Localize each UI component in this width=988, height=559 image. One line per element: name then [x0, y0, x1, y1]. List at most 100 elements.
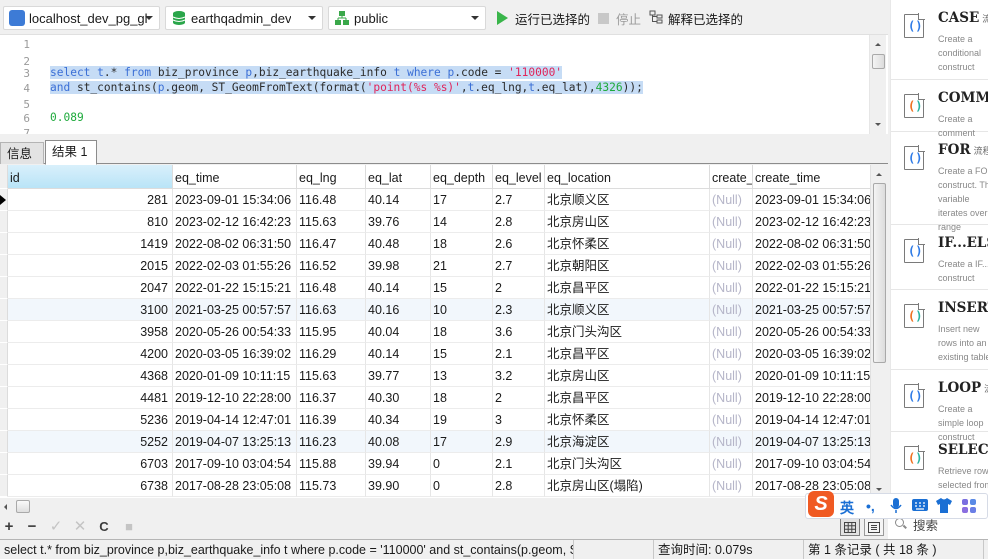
cell-eq_lat[interactable]: 40.14: [366, 343, 431, 365]
scroll-thumb[interactable]: [873, 183, 886, 363]
cell-eq_depth[interactable]: 14: [431, 211, 493, 233]
cell-eq_lat[interactable]: 39.76: [366, 211, 431, 233]
cell-create[interactable]: (Null): [710, 255, 753, 277]
grid-horizontal-scrollbar[interactable]: [0, 498, 887, 515]
cell-create_time[interactable]: 2022-02-03 01:55:26: [753, 255, 870, 277]
cell-eq_depth[interactable]: 18: [431, 321, 493, 343]
cell-create[interactable]: (Null): [710, 409, 753, 431]
cell-eq_lat[interactable]: 40.14: [366, 189, 431, 211]
cell-eq_level[interactable]: 2.1: [493, 343, 545, 365]
cell-eq_level[interactable]: 3.6: [493, 321, 545, 343]
cell-eq_lat[interactable]: 40.04: [366, 321, 431, 343]
code-line-6[interactable]: 0.089: [50, 111, 84, 124]
cell-id[interactable]: 5252: [8, 431, 173, 453]
row-selector[interactable]: [0, 255, 8, 277]
cell-eq_depth[interactable]: 17: [431, 189, 493, 211]
cell-eq_time[interactable]: 2023-02-12 16:42:23: [173, 211, 297, 233]
cell-eq_lat[interactable]: 40.34: [366, 409, 431, 431]
cell-id[interactable]: 281: [8, 189, 173, 211]
editor-vertical-scrollbar[interactable]: [869, 35, 886, 135]
add-record-button[interactable]: +: [0, 518, 18, 536]
cell-eq_lng[interactable]: 116.48: [297, 277, 366, 299]
cell-eq_depth[interactable]: 0: [431, 453, 493, 475]
cell-eq_lat[interactable]: 40.48: [366, 233, 431, 255]
keyboard-icon[interactable]: [912, 498, 928, 515]
cell-create[interactable]: (Null): [710, 299, 753, 321]
code-line-3[interactable]: select t.* from biz_province p,biz_earth…: [50, 66, 563, 79]
cell-eq_lng[interactable]: 116.48: [297, 189, 366, 211]
cell-eq_lng[interactable]: 115.73: [297, 475, 366, 497]
snippet-insert[interactable]: () INSERT Insert new rows into an existing…: [891, 290, 988, 370]
row-selector[interactable]: [0, 299, 8, 321]
cell-id[interactable]: 4200: [8, 343, 173, 365]
skin-icon[interactable]: [936, 498, 952, 516]
cell-create[interactable]: (Null): [710, 365, 753, 387]
cell-eq_time[interactable]: 2019-12-10 22:28:00: [173, 387, 297, 409]
cell-eq_lng[interactable]: 116.52: [297, 255, 366, 277]
cell-create_time[interactable]: 2020-03-05 16:39:02: [753, 343, 870, 365]
cell-id[interactable]: 2015: [8, 255, 173, 277]
cell-eq_location[interactable]: 北京顺义区: [545, 189, 710, 211]
cell-eq_lat[interactable]: 39.94: [366, 453, 431, 475]
cell-create[interactable]: (Null): [710, 453, 753, 475]
cell-eq_level[interactable]: 2.6: [493, 233, 545, 255]
cell-eq_time[interactable]: 2022-08-02 06:31:50: [173, 233, 297, 255]
cell-eq_location[interactable]: 北京昌平区: [545, 277, 710, 299]
column-header-eq_level[interactable]: eq_level: [493, 165, 545, 189]
cell-eq_level[interactable]: 2.1: [493, 453, 545, 475]
grid-vertical-scrollbar[interactable]: [870, 165, 887, 498]
cell-create_time[interactable]: 2019-04-14 12:47:01: [753, 409, 870, 431]
cell-eq_lng[interactable]: 115.88: [297, 453, 366, 475]
column-header-eq_depth[interactable]: eq_depth: [431, 165, 493, 189]
cell-id[interactable]: 1419: [8, 233, 173, 255]
scroll-thumb[interactable]: [16, 500, 30, 513]
cell-create[interactable]: (Null): [710, 475, 753, 497]
cell-eq_lng[interactable]: 115.63: [297, 211, 366, 233]
cell-eq_time[interactable]: 2020-05-26 00:54:33: [173, 321, 297, 343]
column-header-eq_time[interactable]: eq_time: [173, 165, 297, 189]
cell-eq_depth[interactable]: 15: [431, 277, 493, 299]
ime-language-toggle[interactable]: 英: [840, 498, 854, 518]
snippet-comment[interactable]: ()COMMENTCreate a comment: [891, 80, 988, 138]
scroll-up-icon[interactable]: [875, 43, 881, 46]
cell-eq_lng[interactable]: 115.63: [297, 365, 366, 387]
cell-eq_location[interactable]: 北京顺义区: [545, 299, 710, 321]
cell-create[interactable]: (Null): [710, 277, 753, 299]
cell-eq_depth[interactable]: 13: [431, 365, 493, 387]
cell-eq_lat[interactable]: 40.30: [366, 387, 431, 409]
cell-create[interactable]: (Null): [710, 321, 753, 343]
refresh-button[interactable]: C: [95, 518, 113, 536]
cell-eq_time[interactable]: 2021-03-25 00:57:57: [173, 299, 297, 321]
stop-button[interactable]: 停止: [598, 8, 641, 28]
cell-eq_lat[interactable]: 40.14: [366, 277, 431, 299]
cell-eq_time[interactable]: 2023-09-01 15:34:06: [173, 189, 297, 211]
row-selector[interactable]: [0, 431, 8, 453]
cell-eq_location[interactable]: 北京房山区: [545, 211, 710, 233]
tab-result-1[interactable]: 结果 1: [45, 140, 97, 165]
row-selector[interactable]: [0, 387, 8, 409]
cell-eq_time[interactable]: 2017-08-28 23:05:08: [173, 475, 297, 497]
snippet-ifelse[interactable]: () IF...ELSE Create a IF... construct: [891, 225, 988, 290]
cell-create[interactable]: (Null): [710, 211, 753, 233]
scroll-up-icon[interactable]: [876, 173, 882, 176]
cell-create[interactable]: (Null): [710, 343, 753, 365]
cell-eq_location[interactable]: 北京房山区(塌陷): [545, 475, 710, 497]
grid-view-button[interactable]: [840, 518, 860, 536]
cell-eq_lng[interactable]: 116.23: [297, 431, 366, 453]
column-header-create_time[interactable]: create_time: [753, 165, 870, 189]
cell-eq_depth[interactable]: 19: [431, 409, 493, 431]
sogou-logo-icon[interactable]: S: [808, 491, 834, 517]
cell-eq_depth[interactable]: 15: [431, 343, 493, 365]
cell-eq_level[interactable]: 2.8: [493, 211, 545, 233]
cell-eq_depth[interactable]: 18: [431, 233, 493, 255]
snippet-loop[interactable]: ()LOOP流程Create a simple loop construct: [891, 370, 988, 442]
sql-editor[interactable]: 1 2 3 4 5 6 7 select t.* from biz_provin…: [0, 34, 888, 140]
toolbox-icon[interactable]: [961, 498, 977, 517]
microphone-icon[interactable]: [890, 498, 902, 517]
row-selector[interactable]: [0, 211, 8, 233]
cell-id[interactable]: 2047: [8, 277, 173, 299]
cell-eq_time[interactable]: 2020-01-09 10:11:15: [173, 365, 297, 387]
cell-eq_lng[interactable]: 116.37: [297, 387, 366, 409]
cell-eq_time[interactable]: 2019-04-14 12:47:01: [173, 409, 297, 431]
scroll-down-icon[interactable]: [875, 123, 881, 126]
